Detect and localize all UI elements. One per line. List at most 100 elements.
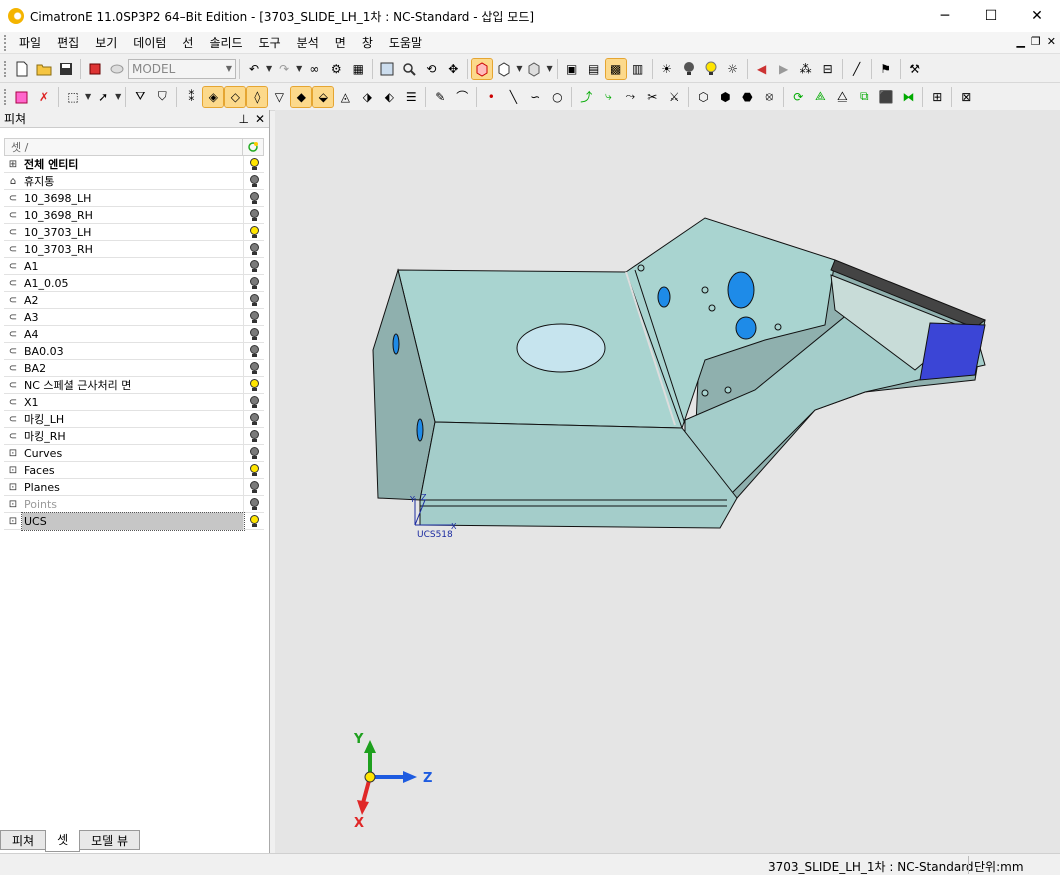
lightbulb-off-icon[interactable] <box>244 481 264 493</box>
small-hole[interactable] <box>637 264 645 272</box>
point-icon[interactable]: • <box>481 87 501 107</box>
lightbulb-off-icon[interactable] <box>244 192 264 204</box>
tab-features[interactable]: 피쳐 <box>0 830 47 850</box>
back-arrow-icon[interactable]: ◀ <box>752 59 772 79</box>
offset-surface-icon[interactable]: ⧉ <box>854 87 874 107</box>
redo-dropdown-icon[interactable]: ▼ <box>296 64 302 73</box>
open-folder-icon[interactable] <box>34 59 54 79</box>
lightbulb-on-icon[interactable] <box>244 379 264 391</box>
list-item[interactable]: ⊡ Planes <box>4 478 264 496</box>
regenerate-icon[interactable]: ⚙ <box>326 59 346 79</box>
view-dropdown-icon[interactable]: ▼ <box>516 64 522 73</box>
list-item[interactable]: ⊂ NC 스페셜 근사처리 면 <box>4 376 264 394</box>
list-item[interactable]: ⊡ Faces <box>4 461 264 479</box>
list-item[interactable]: ⊂ A1_0.05 <box>4 274 264 292</box>
list-item[interactable]: ⊂ A4 <box>4 325 264 343</box>
tab-sets[interactable]: 셋 <box>45 830 81 852</box>
zoom-all-icon[interactable] <box>377 59 397 79</box>
blend-surface-icon[interactable]: ⟁ <box>810 87 830 107</box>
zoom-icon[interactable] <box>399 59 419 79</box>
flange-hole-1[interactable] <box>657 286 671 308</box>
lightbulb-off-icon[interactable] <box>244 311 264 323</box>
surface-icon[interactable]: ⟳ <box>788 87 808 107</box>
menu-help[interactable]: 도움말 <box>381 34 430 51</box>
menu-grip[interactable] <box>4 34 7 51</box>
lightbulb-off-icon[interactable] <box>244 345 264 357</box>
glasses-icon[interactable]: ∞ <box>304 59 324 79</box>
save-icon[interactable] <box>56 59 76 79</box>
cancel-select-icon[interactable]: ✗ <box>34 87 54 107</box>
offset-curve-icon[interactable]: ⤳ <box>620 87 640 107</box>
list-item[interactable]: ⊂ 10_3703_LH <box>4 223 264 241</box>
list-item[interactable]: ⊂ 10_3703_RH <box>4 240 264 258</box>
render-dropdown-icon[interactable]: ▼ <box>546 64 552 73</box>
select-solids-icon[interactable]: ◆ <box>290 85 313 108</box>
list-item[interactable]: ⊡ Points <box>4 495 264 513</box>
analysis-icon[interactable]: ⊞ <box>927 87 947 107</box>
lightbulb-off-icon[interactable] <box>244 396 264 408</box>
list-item[interactable]: ⊂ A3 <box>4 308 264 326</box>
arc-icon[interactable]: ∽ <box>525 87 545 107</box>
flange-hole-2[interactable] <box>727 271 755 309</box>
menu-analysis[interactable]: 분석 <box>289 34 327 51</box>
part-select-icon[interactable] <box>12 87 32 107</box>
sweep-icon[interactable]: ⬣ <box>737 87 757 107</box>
lightbulb-off-icon[interactable] <box>244 260 264 272</box>
sketch-icon[interactable]: ✎ <box>430 87 450 107</box>
close-button[interactable]: ✕ <box>1014 0 1060 32</box>
shaded-edges-icon[interactable]: ▩ <box>604 57 627 80</box>
revolve-icon[interactable]: ⬢ <box>715 87 735 107</box>
menu-tools[interactable]: 도구 <box>251 34 289 51</box>
maximize-button[interactable]: ☐ <box>968 0 1014 32</box>
list-item[interactable]: ⊂ BA2 <box>4 359 264 377</box>
side-hole-2[interactable] <box>416 418 424 442</box>
lightbulb-off-icon[interactable] <box>244 328 264 340</box>
cursor-dropdown-icon[interactable]: ▼ <box>115 92 121 101</box>
slide-part[interactable] <box>372 217 986 529</box>
fillet-curve-icon[interactable]: ⤴ <box>576 87 596 107</box>
list-item[interactable]: ⊂ 10_3698_LH <box>4 189 264 207</box>
large-hole-icon[interactable] <box>516 323 606 373</box>
flag-icon[interactable]: ⚑ <box>876 59 896 79</box>
list-item[interactable]: ⊞ 전체 엔티티 <box>4 155 264 173</box>
lightbulb-off-icon[interactable] <box>244 430 264 442</box>
model-view-canvas[interactable]: Y Z X Y Z X <box>275 110 1060 853</box>
menu-view[interactable]: 보기 <box>87 34 125 51</box>
cursor-select-icon[interactable]: ➚ <box>93 87 113 107</box>
layer-icon[interactable] <box>107 59 127 79</box>
toolbar-grip[interactable] <box>4 88 7 105</box>
lightbulb-on-icon[interactable] <box>244 158 264 170</box>
redo-icon[interactable]: ↷ <box>274 59 294 79</box>
lightbulb-off-icon[interactable] <box>244 243 264 255</box>
light-settings-icon[interactable]: ☀ <box>657 59 677 79</box>
pan-icon[interactable]: ✥ <box>443 59 463 79</box>
list-item[interactable]: ⊡ Curves <box>4 444 264 462</box>
nc-tools-icon[interactable]: ⚒ <box>905 59 925 79</box>
tab-model-view[interactable]: 모델 뷰 <box>79 830 141 850</box>
box-select-icon[interactable]: ⬚ <box>63 87 83 107</box>
new-file-icon[interactable] <box>12 59 32 79</box>
undo-icon[interactable]: ↶ <box>244 59 264 79</box>
select-faces-icon[interactable]: ◈ <box>202 85 225 108</box>
small-hole[interactable] <box>701 389 709 397</box>
lightbulb-off-icon[interactable] <box>244 209 264 221</box>
small-hole[interactable] <box>774 323 782 331</box>
calculator-icon[interactable]: ▦ <box>348 59 368 79</box>
spline-icon[interactable]: ⌒ <box>452 87 472 107</box>
menu-window[interactable]: 창 <box>354 34 381 51</box>
lightbulb-on-icon[interactable] <box>701 59 721 79</box>
select-layers-icon[interactable]: ☰ <box>401 87 421 107</box>
graphics-viewport[interactable]: Y Z X Y Z X UCS518 <box>275 110 1060 853</box>
model-select[interactable]: MODEL ▼ <box>128 58 236 79</box>
view-render-icon[interactable] <box>524 59 544 79</box>
panel-close-icon[interactable]: ✕ <box>255 112 265 126</box>
small-hole[interactable] <box>724 386 732 394</box>
list-item[interactable]: ⊂ 마킹_RH <box>4 427 264 445</box>
lightbulb-off-icon[interactable] <box>244 294 264 306</box>
menu-curve[interactable]: 선 <box>174 34 201 51</box>
loft-icon[interactable]: ⦻ <box>759 87 779 107</box>
solid-icon[interactable]: ⬛ <box>876 87 896 107</box>
hidden-lines-icon[interactable]: ▥ <box>628 59 648 79</box>
model-cube-icon[interactable] <box>85 59 105 79</box>
lightbulb-off-icon[interactable] <box>244 413 264 425</box>
